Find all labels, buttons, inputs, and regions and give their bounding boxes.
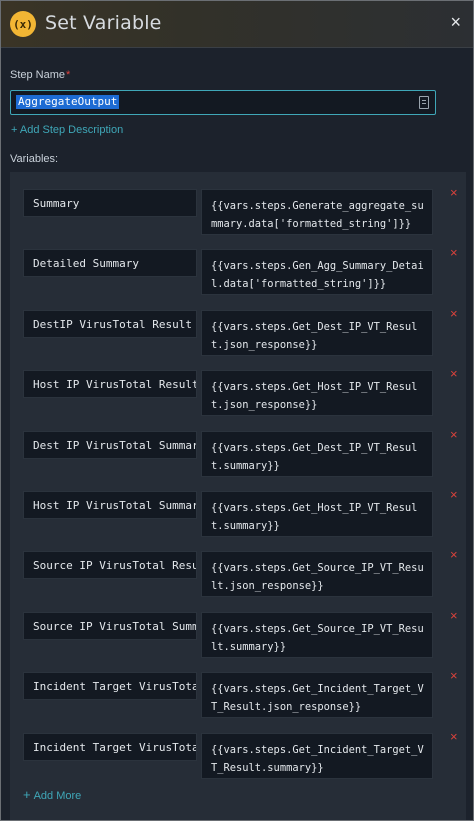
variable-icon: (x) <box>10 11 36 37</box>
plus-icon: + <box>23 787 31 802</box>
panel-title: Set Variable <box>45 12 162 34</box>
variable-value-input[interactable]: {{vars.steps.Get_Dest_IP_VT_Result.summa… <box>201 431 433 477</box>
remove-icon[interactable]: × <box>450 608 458 623</box>
variable-name-input[interactable]: Incident Target VirusTota <box>23 672 197 700</box>
add-more-label: Add More <box>33 790 82 802</box>
remove-icon[interactable]: × <box>450 427 458 442</box>
variable-row: Detailed Summary {{vars.steps.Gen_Agg_Sum… <box>23 245 463 295</box>
required-mark: * <box>66 69 71 81</box>
set-variable-panel: (x) Set Variable × Step Name* AggregateO… <box>0 0 474 821</box>
variable-name-input[interactable]: Host IP VirusTotal Result <box>23 370 197 398</box>
remove-icon[interactable]: × <box>450 668 458 683</box>
step-name-input[interactable]: AggregateOutput <box>10 90 436 115</box>
variable-row: Source IP VirusTotal Resu {{vars.steps.Ge… <box>23 547 463 597</box>
variable-value-input[interactable]: {{vars.steps.Get_Source_IP_VT_Result.jso… <box>201 551 433 597</box>
variable-name-input[interactable]: Detailed Summary <box>23 249 197 277</box>
variables-label: Variables: <box>10 153 59 165</box>
variable-name-input[interactable]: Summary <box>23 189 197 217</box>
remove-icon[interactable]: × <box>450 366 458 381</box>
variable-name-input[interactable]: Incident Target VirusTota <box>23 733 197 761</box>
variable-row: Host IP VirusTotal Summar {{vars.steps.Ge… <box>23 487 463 537</box>
variable-value-input[interactable]: {{vars.steps.Get_Dest_IP_VT_Result.json_… <box>201 310 433 356</box>
remove-icon[interactable]: × <box>450 245 458 260</box>
variable-value-input[interactable]: {{vars.steps.Get_Source_IP_VT_Result.sum… <box>201 612 433 658</box>
variable-value-input[interactable]: {{vars.steps.Get_Host_IP_VT_Result.json_… <box>201 370 433 416</box>
remove-icon[interactable]: × <box>450 547 458 562</box>
variable-row: Host IP VirusTotal Result {{vars.steps.Ge… <box>23 366 463 416</box>
variable-name-input[interactable]: Source IP VirusTotal Summ <box>23 612 197 640</box>
variable-value-input[interactable]: {{vars.steps.Get_Incident_Target_VT_Resu… <box>201 733 433 779</box>
step-name-label-text: Step Name <box>10 69 66 81</box>
variable-row: Summary {{vars.steps.Generate_aggregate_s… <box>23 185 463 235</box>
remove-icon[interactable]: × <box>450 185 458 200</box>
variable-row: Dest IP VirusTotal Summar {{vars.steps.Ge… <box>23 427 463 477</box>
variable-value-input[interactable]: {{vars.steps.Generate_aggregate_summary.… <box>201 189 433 235</box>
field-options-icon[interactable] <box>419 96 429 109</box>
step-name-value[interactable]: AggregateOutput <box>16 95 120 109</box>
variable-value-input[interactable]: {{vars.steps.Gen_Agg_Summary_Detail.data… <box>201 249 433 295</box>
close-icon[interactable]: × <box>450 12 461 33</box>
variable-value-input[interactable]: {{vars.steps.Get_Host_IP_VT_Result.summa… <box>201 491 433 537</box>
variable-row: DestIP VirusTotal Result {{vars.steps.Get… <box>23 306 463 356</box>
variable-name-input[interactable]: Source IP VirusTotal Resu <box>23 551 197 579</box>
variable-name-input[interactable]: DestIP VirusTotal Result <box>23 310 197 338</box>
variable-row: Incident Target VirusTota {{vars.steps.Ge… <box>23 729 463 779</box>
panel-header: (x) Set Variable × <box>1 1 473 48</box>
remove-icon[interactable]: × <box>450 487 458 502</box>
variable-name-input[interactable]: Dest IP VirusTotal Summar <box>23 431 197 459</box>
remove-icon[interactable]: × <box>450 306 458 321</box>
variable-value-input[interactable]: {{vars.steps.Get_Incident_Target_VT_Resu… <box>201 672 433 718</box>
add-step-description-link[interactable]: + Add Step Description <box>11 124 123 136</box>
variable-name-input[interactable]: Host IP VirusTotal Summar <box>23 491 197 519</box>
remove-icon[interactable]: × <box>450 729 458 744</box>
add-more-button[interactable]: + Add More <box>23 787 81 802</box>
step-name-label: Step Name* <box>10 69 70 81</box>
variable-row: Incident Target VirusTota {{vars.steps.Ge… <box>23 668 463 718</box>
variable-row: Source IP VirusTotal Summ {{vars.steps.Ge… <box>23 608 463 658</box>
